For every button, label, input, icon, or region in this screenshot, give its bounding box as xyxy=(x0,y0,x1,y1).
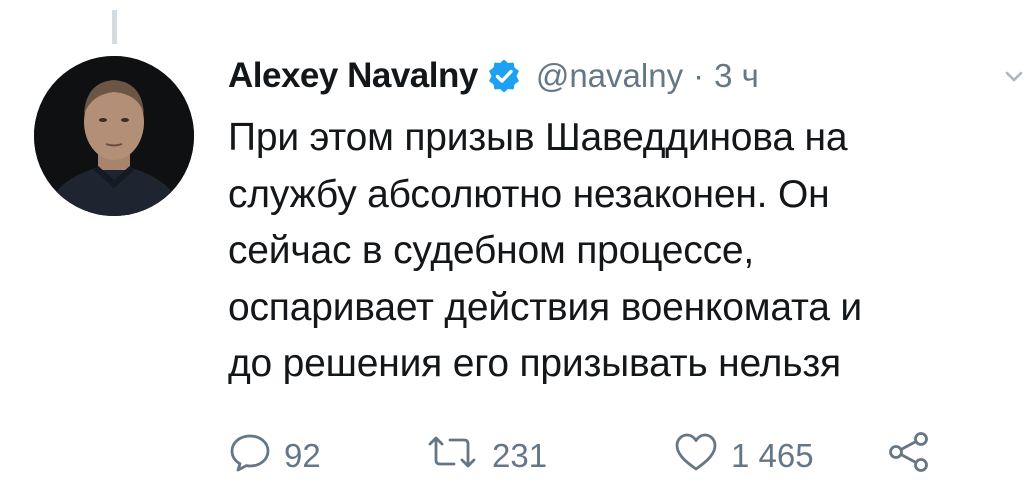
author-handle[interactable]: @navalny xyxy=(536,57,683,95)
share-icon xyxy=(886,430,932,482)
reply-icon xyxy=(228,430,272,482)
header-separator: · xyxy=(693,57,705,94)
tweet-card[interactable]: Alexey Navalny @navalny · 3 ч При этом п… xyxy=(0,0,1025,482)
tweet-text-line: до решения его призывать нельзя xyxy=(228,342,841,385)
avatar-photo xyxy=(34,56,194,216)
avatar[interactable] xyxy=(34,56,194,216)
tweet-timestamp[interactable]: 3 ч xyxy=(714,57,759,95)
heart-icon xyxy=(673,430,719,482)
tweet-text-line: службу абсолютно незаконен. Он xyxy=(228,172,830,216)
tweet-text-line: оспаривает действия военкомата и xyxy=(228,285,862,329)
share-button[interactable] xyxy=(886,430,932,482)
tweet-header: Alexey Navalny @navalny · 3 ч xyxy=(228,52,759,100)
reply-button[interactable]: 92 xyxy=(228,430,321,482)
reply-count: 92 xyxy=(284,437,321,474)
tweet-actions: 92 231 1 465 xyxy=(228,430,1008,482)
like-count: 1 465 xyxy=(731,437,814,474)
thread-connector-line xyxy=(112,10,117,44)
tweet-text-line: При этом призыв Шаведдинова на xyxy=(228,116,848,159)
retweet-count: 231 xyxy=(492,437,548,474)
like-button[interactable]: 1 465 xyxy=(673,430,814,482)
verified-badge-icon xyxy=(486,58,522,94)
tweet-text-line: сейчас в судебном процессе, xyxy=(228,229,755,272)
chevron-down-icon[interactable] xyxy=(1004,68,1024,88)
retweet-button[interactable]: 231 xyxy=(424,430,547,482)
retweet-icon xyxy=(424,430,480,482)
tweet-text: При этом призыв Шаведдинова на службу аб… xyxy=(228,110,998,393)
author-name[interactable]: Alexey Navalny xyxy=(228,56,478,96)
